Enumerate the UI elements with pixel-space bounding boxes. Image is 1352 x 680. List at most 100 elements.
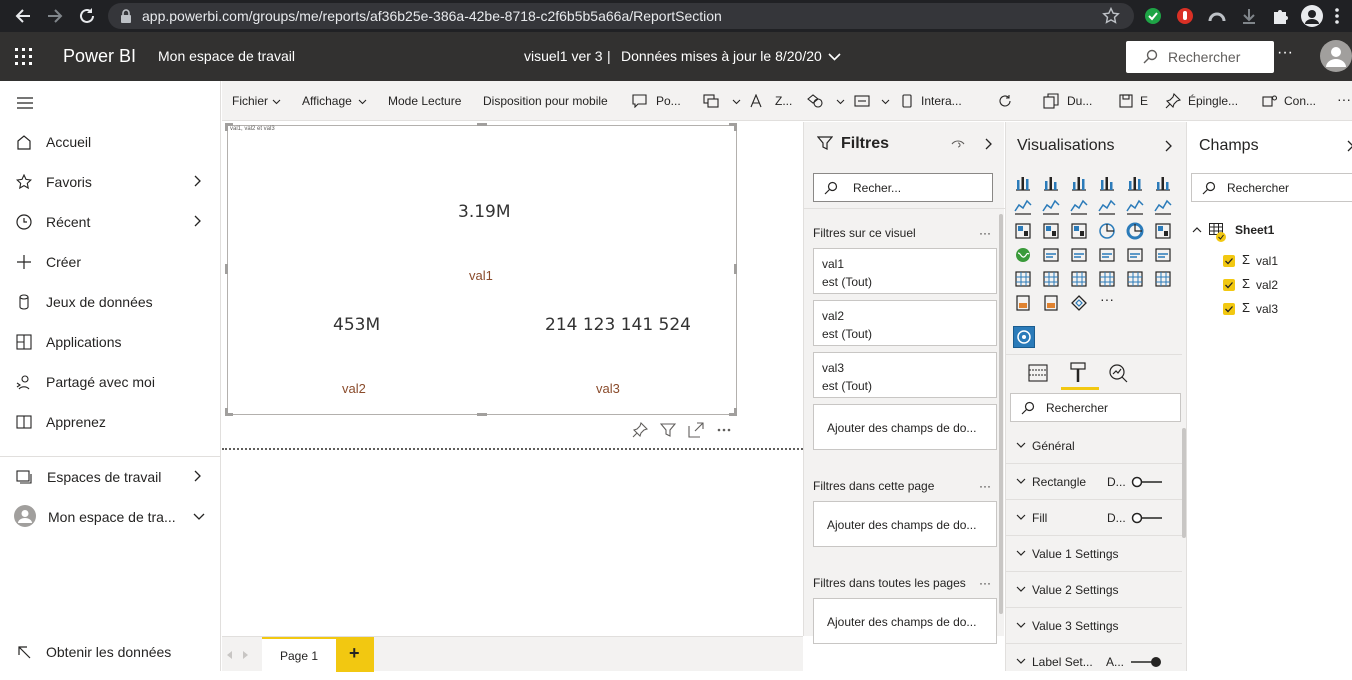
nav-item-datasets[interactable]: Jeux de données: [0, 282, 220, 322]
fields-search-input[interactable]: Rechercher: [1191, 173, 1352, 202]
stacked-area-icon[interactable]: [1070, 198, 1090, 218]
po-button[interactable]: Po...: [656, 94, 681, 108]
collapse-filters-icon[interactable]: [985, 138, 993, 150]
fields-tab-icon[interactable]: [1028, 363, 1048, 383]
pin-button[interactable]: Épingle...: [1188, 94, 1238, 108]
stacked-bar-icon[interactable]: [1014, 174, 1034, 194]
extension-arc-icon[interactable]: [1208, 7, 1226, 25]
resize-handle[interactable]: [225, 408, 228, 416]
nav-item-shared[interactable]: Partagé avec moi: [0, 362, 220, 402]
reading-mode-button[interactable]: Mode Lecture: [388, 94, 461, 108]
clustered-column-icon[interactable]: [1098, 174, 1118, 194]
slicer-icon[interactable]: [1014, 270, 1034, 290]
comment-icon[interactable]: [632, 94, 647, 108]
collapse-viz-icon[interactable]: [1165, 140, 1173, 152]
con-button[interactable]: Con...: [1284, 94, 1316, 108]
section-more-button[interactable]: ···: [979, 576, 991, 590]
filters-scrollbar[interactable]: [999, 214, 1003, 614]
tab-next-icon[interactable]: [242, 651, 248, 659]
focus-mode-icon[interactable]: [688, 422, 704, 438]
clustered-bar-icon[interactable]: [1070, 174, 1090, 194]
global-search-input[interactable]: Rechercher: [1126, 41, 1274, 73]
analytics-tab-icon[interactable]: [1108, 363, 1128, 383]
resize-handle[interactable]: [734, 123, 737, 131]
tab-prev-icon[interactable]: [227, 651, 233, 659]
z-button[interactable]: Z...: [775, 94, 792, 108]
nav-item-get-data[interactable]: Obtenir les données: [0, 632, 220, 672]
ribbon-chart-icon[interactable]: [1154, 198, 1174, 218]
file-menu[interactable]: Fichier: [232, 94, 268, 108]
e-button[interactable]: E: [1140, 94, 1148, 108]
extension-red-icon[interactable]: [1176, 7, 1194, 25]
pin-visual-icon[interactable]: [632, 422, 648, 438]
format-section-value1[interactable]: Value 1 Settings: [1006, 536, 1182, 572]
resize-handle[interactable]: [477, 123, 487, 126]
matrix-icon[interactable]: [1070, 270, 1090, 290]
reload-icon[interactable]: [78, 7, 96, 25]
bookmarks-icon[interactable]: [703, 94, 719, 108]
r-visual-icon[interactable]: [1098, 270, 1118, 290]
map-icon[interactable]: [1014, 246, 1034, 266]
funnel-icon[interactable]: [1042, 222, 1062, 242]
teams-icon[interactable]: [1262, 94, 1278, 108]
field-checkbox[interactable]: [1223, 303, 1235, 315]
stacked-column-icon[interactable]: [1042, 174, 1062, 194]
toggle-off-icon[interactable]: [1131, 512, 1163, 524]
extensions-puzzle-icon[interactable]: [1271, 7, 1289, 25]
button-icon[interactable]: [854, 95, 870, 107]
format-section-label-settings[interactable]: Label Set... A...: [1006, 644, 1182, 680]
filter-card-val1[interactable]: val1 est (Tout): [813, 248, 997, 294]
format-section-value3[interactable]: Value 3 Settings: [1006, 608, 1182, 644]
address-bar[interactable]: app.powerbi.com/groups/me/reports/af36b2…: [108, 3, 1134, 29]
resize-handle[interactable]: [225, 264, 228, 274]
smart-narrative-icon[interactable]: [1014, 294, 1034, 314]
nav-item-learn[interactable]: Apprenez: [0, 402, 220, 442]
app-name[interactable]: Power BI: [63, 46, 136, 67]
qa-icon[interactable]: [1154, 270, 1174, 290]
multirow-card-icon[interactable]: [1126, 246, 1146, 266]
browser-menu-icon[interactable]: [1334, 7, 1340, 25]
filter-card-val2[interactable]: val2 est (Tout): [813, 300, 997, 346]
line-clustered-icon[interactable]: [1126, 198, 1146, 218]
add-all-pages-filter-field[interactable]: Ajouter des champs de do...: [813, 598, 997, 644]
collapse-fields-icon[interactable]: [1347, 140, 1352, 152]
download-icon[interactable]: [1240, 7, 1258, 25]
card-visual[interactable]: val1, val2 et val3 3.19M val1 453M val2 …: [227, 125, 737, 415]
waterfall-icon[interactable]: [1014, 222, 1034, 242]
more-options-icon[interactable]: [717, 428, 731, 432]
resize-handle[interactable]: [734, 264, 737, 274]
area-chart-icon[interactable]: [1042, 198, 1062, 218]
nav-item-my-workspace[interactable]: Mon espace de tra...: [0, 497, 220, 537]
filters-search-input[interactable]: Recher...: [813, 173, 993, 202]
nav-item-favorites[interactable]: Favoris: [0, 162, 220, 202]
filter-card-val3[interactable]: val3 est (Tout): [813, 352, 997, 398]
toolbar-more-button[interactable]: ···: [1337, 91, 1351, 107]
table-sheet1[interactable]: Sheet1: [1187, 220, 1352, 244]
more-options-button[interactable]: ···: [1277, 44, 1293, 62]
back-arrow-icon[interactable]: [14, 7, 32, 25]
add-visual-filter-field[interactable]: Ajouter des champs de do...: [813, 404, 997, 450]
key-influencers-icon[interactable]: [1126, 270, 1146, 290]
chevron-down-icon[interactable]: [828, 53, 841, 61]
workspace-link[interactable]: Mon espace de travail: [158, 48, 295, 64]
nav-item-recent[interactable]: Récent: [0, 202, 220, 242]
100-column-icon[interactable]: [1154, 174, 1174, 194]
duplicate-icon[interactable]: [1043, 93, 1059, 109]
field-checkbox[interactable]: [1223, 255, 1235, 267]
format-search-input[interactable]: Rechercher: [1010, 393, 1181, 422]
gauge-icon[interactable]: [1070, 246, 1090, 266]
field-checkbox[interactable]: [1223, 279, 1235, 291]
report-title[interactable]: visuel1 ver 3: [524, 48, 603, 64]
section-more-button[interactable]: ···: [979, 226, 991, 240]
decomposition-tree-icon[interactable]: [1042, 294, 1062, 314]
bookmark-star-icon[interactable]: [1102, 7, 1120, 25]
pin-icon[interactable]: [1165, 93, 1181, 109]
tab-page-1[interactable]: Page 1: [262, 637, 336, 672]
toggle-on-icon[interactable]: [1130, 656, 1162, 668]
forward-arrow-icon[interactable]: [46, 7, 64, 25]
interactions-button[interactable]: Intera...: [921, 94, 962, 108]
nav-item-apps[interactable]: Applications: [0, 322, 220, 362]
nav-item-create[interactable]: Créer: [0, 242, 220, 282]
format-section-rectangle[interactable]: Rectangle D...: [1006, 464, 1182, 500]
scatter-icon[interactable]: [1070, 222, 1090, 242]
